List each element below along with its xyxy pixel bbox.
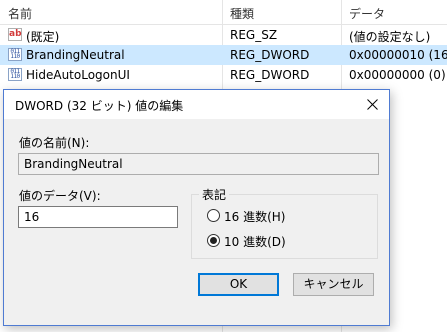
value-data: (値の設定なし) [349,30,431,44]
decimal-radio-label[interactable]: 10 進数(D) [224,233,286,250]
dword-value-icon: 011 110 [8,48,22,61]
dialog-titlebar[interactable]: DWORD (32 ビット) 値の編集 [4,90,389,119]
list-header: 名前 種類 データ [0,0,447,25]
dword-value-icon: 011 110 [8,68,22,81]
string-value-icon: ab [8,28,22,41]
value-type: REG_DWORD [230,48,310,62]
list-item[interactable]: 011 110 HideAutoLogonUI REG_DWORD 0x0000… [0,65,447,85]
column-header-type[interactable]: 種類 [230,5,254,22]
value-type: REG_SZ [230,28,278,42]
value-name-field[interactable]: BrandingNeutral [18,153,379,175]
column-header-data[interactable]: データ [349,5,385,22]
value-name: HideAutoLogonUI [26,68,130,82]
column-header-name[interactable]: 名前 [8,5,32,22]
dialog-title: DWORD (32 ビット) 値の編集 [15,99,184,113]
value-data: 0x00000000 (0) [349,68,446,82]
value-data-label: 値のデータ(V): [19,189,101,203]
base-group-label: 表記 [199,186,230,203]
list-item[interactable]: 011 110 BrandingNeutral REG_DWORD 0x0000… [0,45,447,65]
close-icon [367,99,378,110]
edit-dword-dialog: DWORD (32 ビット) 値の編集 値の名前(N): BrandingNeu… [3,89,390,326]
ok-button[interactable]: OK [198,273,279,296]
hex-radio-label[interactable]: 16 進数(H) [224,208,285,225]
value-type: REG_DWORD [230,68,310,82]
hex-radio[interactable] [207,209,220,222]
value-name: BrandingNeutral [26,48,125,62]
value-name-label: 値の名前(N): [19,136,90,150]
close-button[interactable] [355,90,389,119]
value-data: 0x00000010 (16) [349,48,447,62]
cancel-button[interactable]: キャンセル [293,273,374,296]
value-name: (既定) [26,30,60,44]
decimal-radio[interactable] [207,234,220,247]
value-data-input[interactable]: 16 [18,206,178,228]
list-item[interactable]: ab (既定) REG_SZ (値の設定なし) [0,25,447,45]
